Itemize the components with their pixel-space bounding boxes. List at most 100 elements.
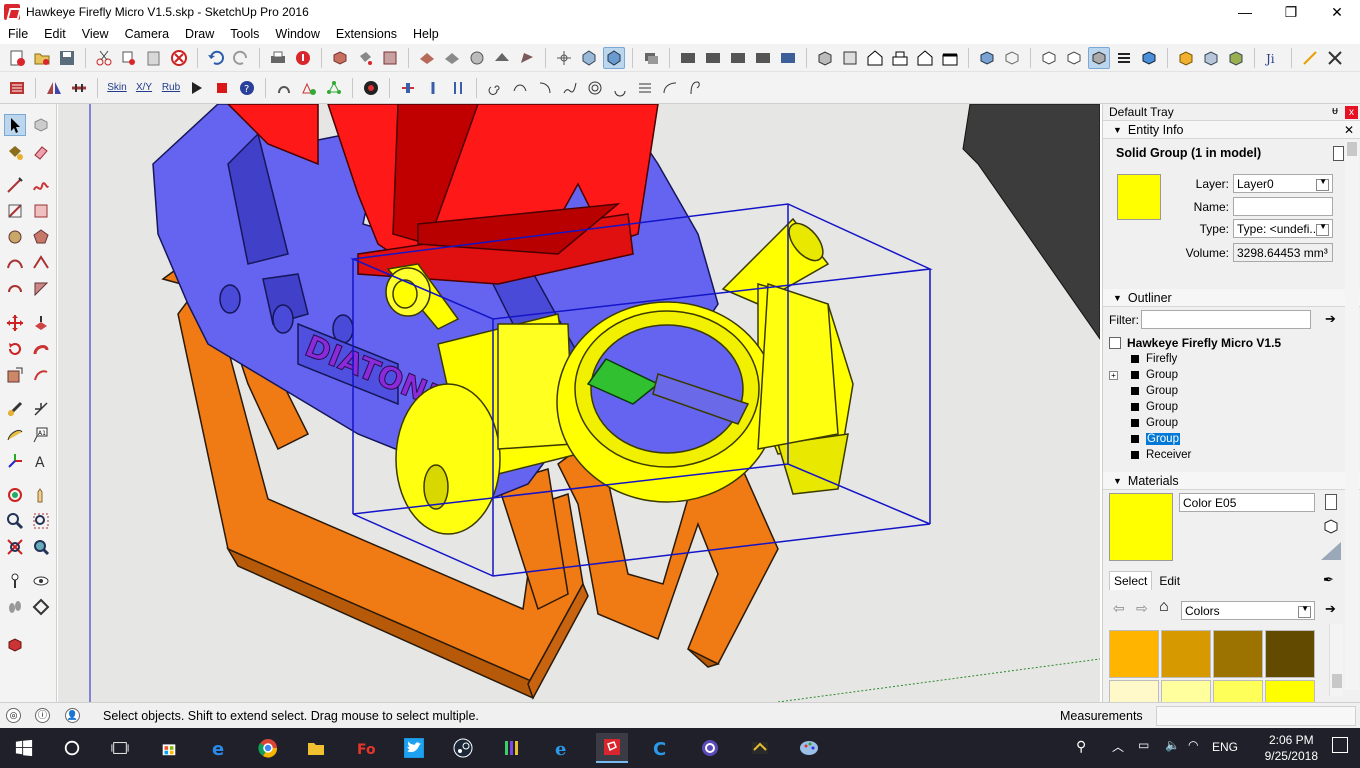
zoom-extents-icon[interactable] — [4, 536, 26, 558]
entity-details-toggle-icon[interactable] — [1333, 146, 1344, 161]
entity-info-header[interactable]: ▼ Entity Info ✕ — [1103, 121, 1360, 139]
scene-1-icon[interactable] — [677, 47, 699, 69]
dimension-icon[interactable] — [68, 77, 90, 99]
store-icon[interactable] — [153, 733, 185, 763]
outliner-item[interactable]: Firefly — [1131, 353, 1177, 365]
tab-edit[interactable]: Edit — [1154, 571, 1186, 590]
outliner-item[interactable]: Group — [1131, 417, 1178, 429]
entity-material-swatch[interactable] — [1117, 174, 1161, 220]
tray-scrollbar[interactable] — [1345, 140, 1359, 690]
menu-view[interactable]: View — [74, 27, 117, 41]
push-up-icon[interactable] — [422, 77, 444, 99]
menu-window[interactable]: Window — [267, 27, 327, 41]
search-icon[interactable] — [56, 733, 88, 763]
style-icon[interactable] — [1138, 47, 1160, 69]
layer-dropdown[interactable]: Layer0 ▼ — [1233, 174, 1333, 193]
spiral-3-icon[interactable] — [534, 77, 556, 99]
outliner-item-selected[interactable]: Group — [1131, 433, 1180, 445]
clock[interactable]: 2:06 PM 9/25/2018 — [1265, 732, 1318, 764]
network-icon[interactable] — [323, 77, 345, 99]
paint-bucket-icon[interactable] — [354, 47, 376, 69]
stop-icon[interactable] — [211, 77, 233, 99]
minimize-button[interactable]: — — [1222, 0, 1268, 24]
offset-icon[interactable] — [30, 364, 52, 386]
spiral-2-icon[interactable] — [509, 77, 531, 99]
outliner-header[interactable]: ▼ Outliner ✕ — [1103, 289, 1360, 307]
windows-start-icon[interactable] — [8, 733, 40, 763]
help-icon[interactable]: ? — [236, 77, 258, 99]
cortana-c-icon[interactable]: C — [645, 733, 677, 763]
zoom-icon[interactable] — [4, 510, 26, 532]
internet-explorer-icon[interactable]: e — [546, 733, 578, 763]
split-icon[interactable] — [447, 77, 469, 99]
push-pull-icon[interactable] — [30, 312, 52, 334]
scene-3-icon[interactable] — [727, 47, 749, 69]
model-info-icon[interactable] — [292, 47, 314, 69]
cut-icon[interactable] — [93, 47, 115, 69]
volume-icon[interactable]: 🔈 — [1165, 738, 1180, 752]
extension-warehouse-icon[interactable] — [1225, 47, 1247, 69]
sandbox-5-icon[interactable] — [516, 47, 538, 69]
xy-button[interactable]: X/Y — [132, 82, 156, 93]
shaded-textures-icon[interactable] — [1088, 46, 1110, 69]
shell-icon[interactable] — [273, 77, 295, 99]
outliner-filter-input[interactable] — [1141, 310, 1311, 329]
rotated-rect-icon[interactable] — [30, 200, 52, 222]
shaded-icon[interactable] — [1063, 47, 1085, 69]
menu-extensions[interactable]: Extensions — [328, 27, 405, 41]
outliner-item[interactable]: Group — [1131, 369, 1178, 381]
text-tool-icon[interactable]: A1 — [30, 424, 52, 446]
skin-button[interactable]: Skin — [105, 82, 129, 93]
select-arrow-icon[interactable] — [4, 114, 26, 136]
layers-toggle-icon[interactable] — [6, 77, 28, 99]
outliner-item[interactable]: Receiver — [1131, 449, 1191, 461]
battery-icon[interactable]: ▭ — [1138, 738, 1149, 752]
spiral-app-icon[interactable] — [694, 733, 726, 763]
people-icon[interactable]: ⚲ — [1076, 738, 1086, 755]
follow-me-icon[interactable] — [30, 338, 52, 360]
previous-view-icon[interactable] — [30, 536, 52, 558]
target-icon[interactable] — [360, 77, 382, 99]
push-left-icon[interactable] — [397, 77, 419, 99]
file-explorer-icon[interactable] — [300, 733, 332, 763]
twitter-icon[interactable] — [398, 733, 430, 763]
orbit-icon[interactable] — [4, 484, 26, 506]
material-name-field[interactable]: Color E05 — [1179, 493, 1315, 512]
spiral-9-icon[interactable] — [684, 77, 706, 99]
input-language[interactable]: ENG — [1212, 740, 1238, 754]
view-iso-icon[interactable] — [578, 47, 600, 69]
material-swatch[interactable] — [1109, 630, 1159, 678]
print-icon[interactable] — [267, 47, 289, 69]
ruby-console-icon[interactable]: Ji — [1262, 47, 1284, 69]
make-component-icon[interactable] — [329, 47, 351, 69]
foxit-icon[interactable]: Fo — [350, 733, 382, 763]
model-viewport[interactable]: DIATONE — [58, 104, 1100, 702]
spiral-8-icon[interactable] — [659, 77, 681, 99]
spiral-5-icon[interactable] — [584, 77, 606, 99]
wireframe-icon[interactable] — [1001, 47, 1023, 69]
xray-icon[interactable] — [976, 47, 998, 69]
rub-button[interactable]: Rub — [159, 82, 183, 93]
new-model-icon[interactable] — [6, 47, 28, 69]
erase-icon[interactable] — [168, 47, 190, 69]
texture-icon[interactable] — [379, 47, 401, 69]
materials-header[interactable]: ▼ Materials ✕ — [1103, 472, 1360, 490]
spiral-6-icon[interactable] — [609, 77, 631, 99]
line-tool-icon[interactable] — [4, 174, 26, 196]
menu-help[interactable]: Help — [405, 27, 447, 41]
scale-icon[interactable] — [4, 364, 26, 386]
extension-tool-icon[interactable] — [4, 634, 26, 656]
rotate-icon[interactable] — [4, 338, 26, 360]
default-material-icon[interactable] — [1321, 542, 1341, 560]
back-view-icon[interactable] — [914, 47, 936, 69]
menu-draw[interactable]: Draw — [177, 27, 222, 41]
paste-icon[interactable] — [143, 47, 165, 69]
tray-close-button[interactable]: x — [1345, 106, 1358, 119]
menu-file[interactable]: File — [0, 27, 36, 41]
two-point-arc-icon[interactable] — [30, 252, 52, 274]
position-camera-icon[interactable] — [4, 570, 26, 592]
spiral-7-icon[interactable] — [634, 77, 656, 99]
sandbox-3-icon[interactable] — [466, 47, 488, 69]
walk-icon[interactable] — [4, 596, 26, 618]
view-active-icon[interactable] — [603, 46, 625, 69]
